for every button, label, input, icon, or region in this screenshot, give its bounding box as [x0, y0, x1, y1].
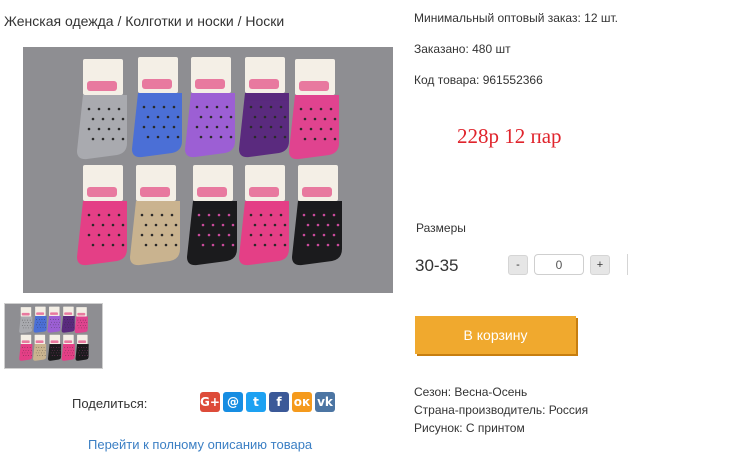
socks-photo-main — [77, 57, 342, 266]
sock-pair — [77, 165, 127, 266]
odnoklassniki-icon[interactable]: ок — [292, 392, 312, 412]
share-label: Поделиться: — [72, 396, 148, 411]
quantity-increase-button[interactable]: + — [590, 255, 610, 275]
sock-pair — [239, 165, 289, 266]
facebook-icon[interactable]: f — [269, 392, 289, 412]
sock-pair — [130, 165, 180, 266]
product-code-text: Код товара: 961552366 — [414, 73, 543, 87]
sock-pair — [77, 59, 127, 160]
quantity-input[interactable] — [534, 254, 584, 275]
google-plus-icon[interactable]: G+ — [200, 392, 220, 412]
product-main-photo[interactable] — [23, 47, 393, 293]
breadcrumb-separator: / — [113, 13, 126, 29]
sock-pair — [47, 306, 61, 333]
sock-pair — [187, 165, 237, 266]
sock-pair — [292, 165, 342, 266]
twitter-icon[interactable]: t — [246, 392, 266, 412]
ordered-count-text: Заказано: 480 шт — [414, 42, 511, 56]
divider — [627, 254, 628, 275]
sock-pair — [61, 306, 75, 333]
breadcrumb-item-womens-clothing[interactable]: Женская одежда — [4, 13, 114, 29]
breadcrumb: Женская одежда / Колготки и носки / Носк… — [4, 13, 284, 29]
breadcrumb-item-tights-socks[interactable]: Колготки и носки — [125, 13, 234, 29]
sock-pair — [47, 334, 62, 361]
size-value: 30-35 — [415, 256, 459, 275]
sock-pair — [239, 57, 289, 158]
sizes-label: Размеры — [416, 221, 466, 235]
sock-pair — [74, 307, 88, 334]
price-text: 228р 12 пар — [457, 124, 562, 148]
product-thumbnail[interactable] — [4, 303, 103, 369]
sock-pair — [61, 334, 75, 361]
sock-pair — [75, 334, 89, 361]
sock-pair — [289, 59, 339, 160]
socks-photo-thumbnail — [19, 306, 89, 361]
sock-pair — [19, 307, 33, 334]
breadcrumb-separator: / — [233, 13, 246, 29]
share-buttons: G+ @ t f ок vk — [200, 392, 335, 412]
sock-pair — [132, 57, 182, 158]
full-description-link[interactable]: Перейти к полному описанию товара — [88, 437, 312, 452]
country-text: Страна-производитель: Россия — [414, 403, 589, 417]
mail-icon[interactable]: @ — [223, 392, 243, 412]
sock-pair — [33, 334, 47, 361]
sock-pair — [185, 57, 235, 158]
vk-icon[interactable]: vk — [315, 392, 335, 412]
min-order-text: Минимальный оптовый заказ: 12 шт. — [414, 11, 618, 25]
price-banner — [408, 103, 577, 209]
sock-pair — [33, 306, 47, 333]
breadcrumb-item-socks[interactable]: Носки — [245, 13, 284, 29]
season-text: Сезон: Весна-Осень — [414, 385, 528, 399]
sock-pair — [19, 334, 33, 361]
quantity-decrease-button[interactable]: - — [508, 255, 528, 275]
add-to-cart-button[interactable]: В корзину — [415, 316, 576, 354]
pattern-text: Рисунок: С принтом — [414, 421, 525, 435]
